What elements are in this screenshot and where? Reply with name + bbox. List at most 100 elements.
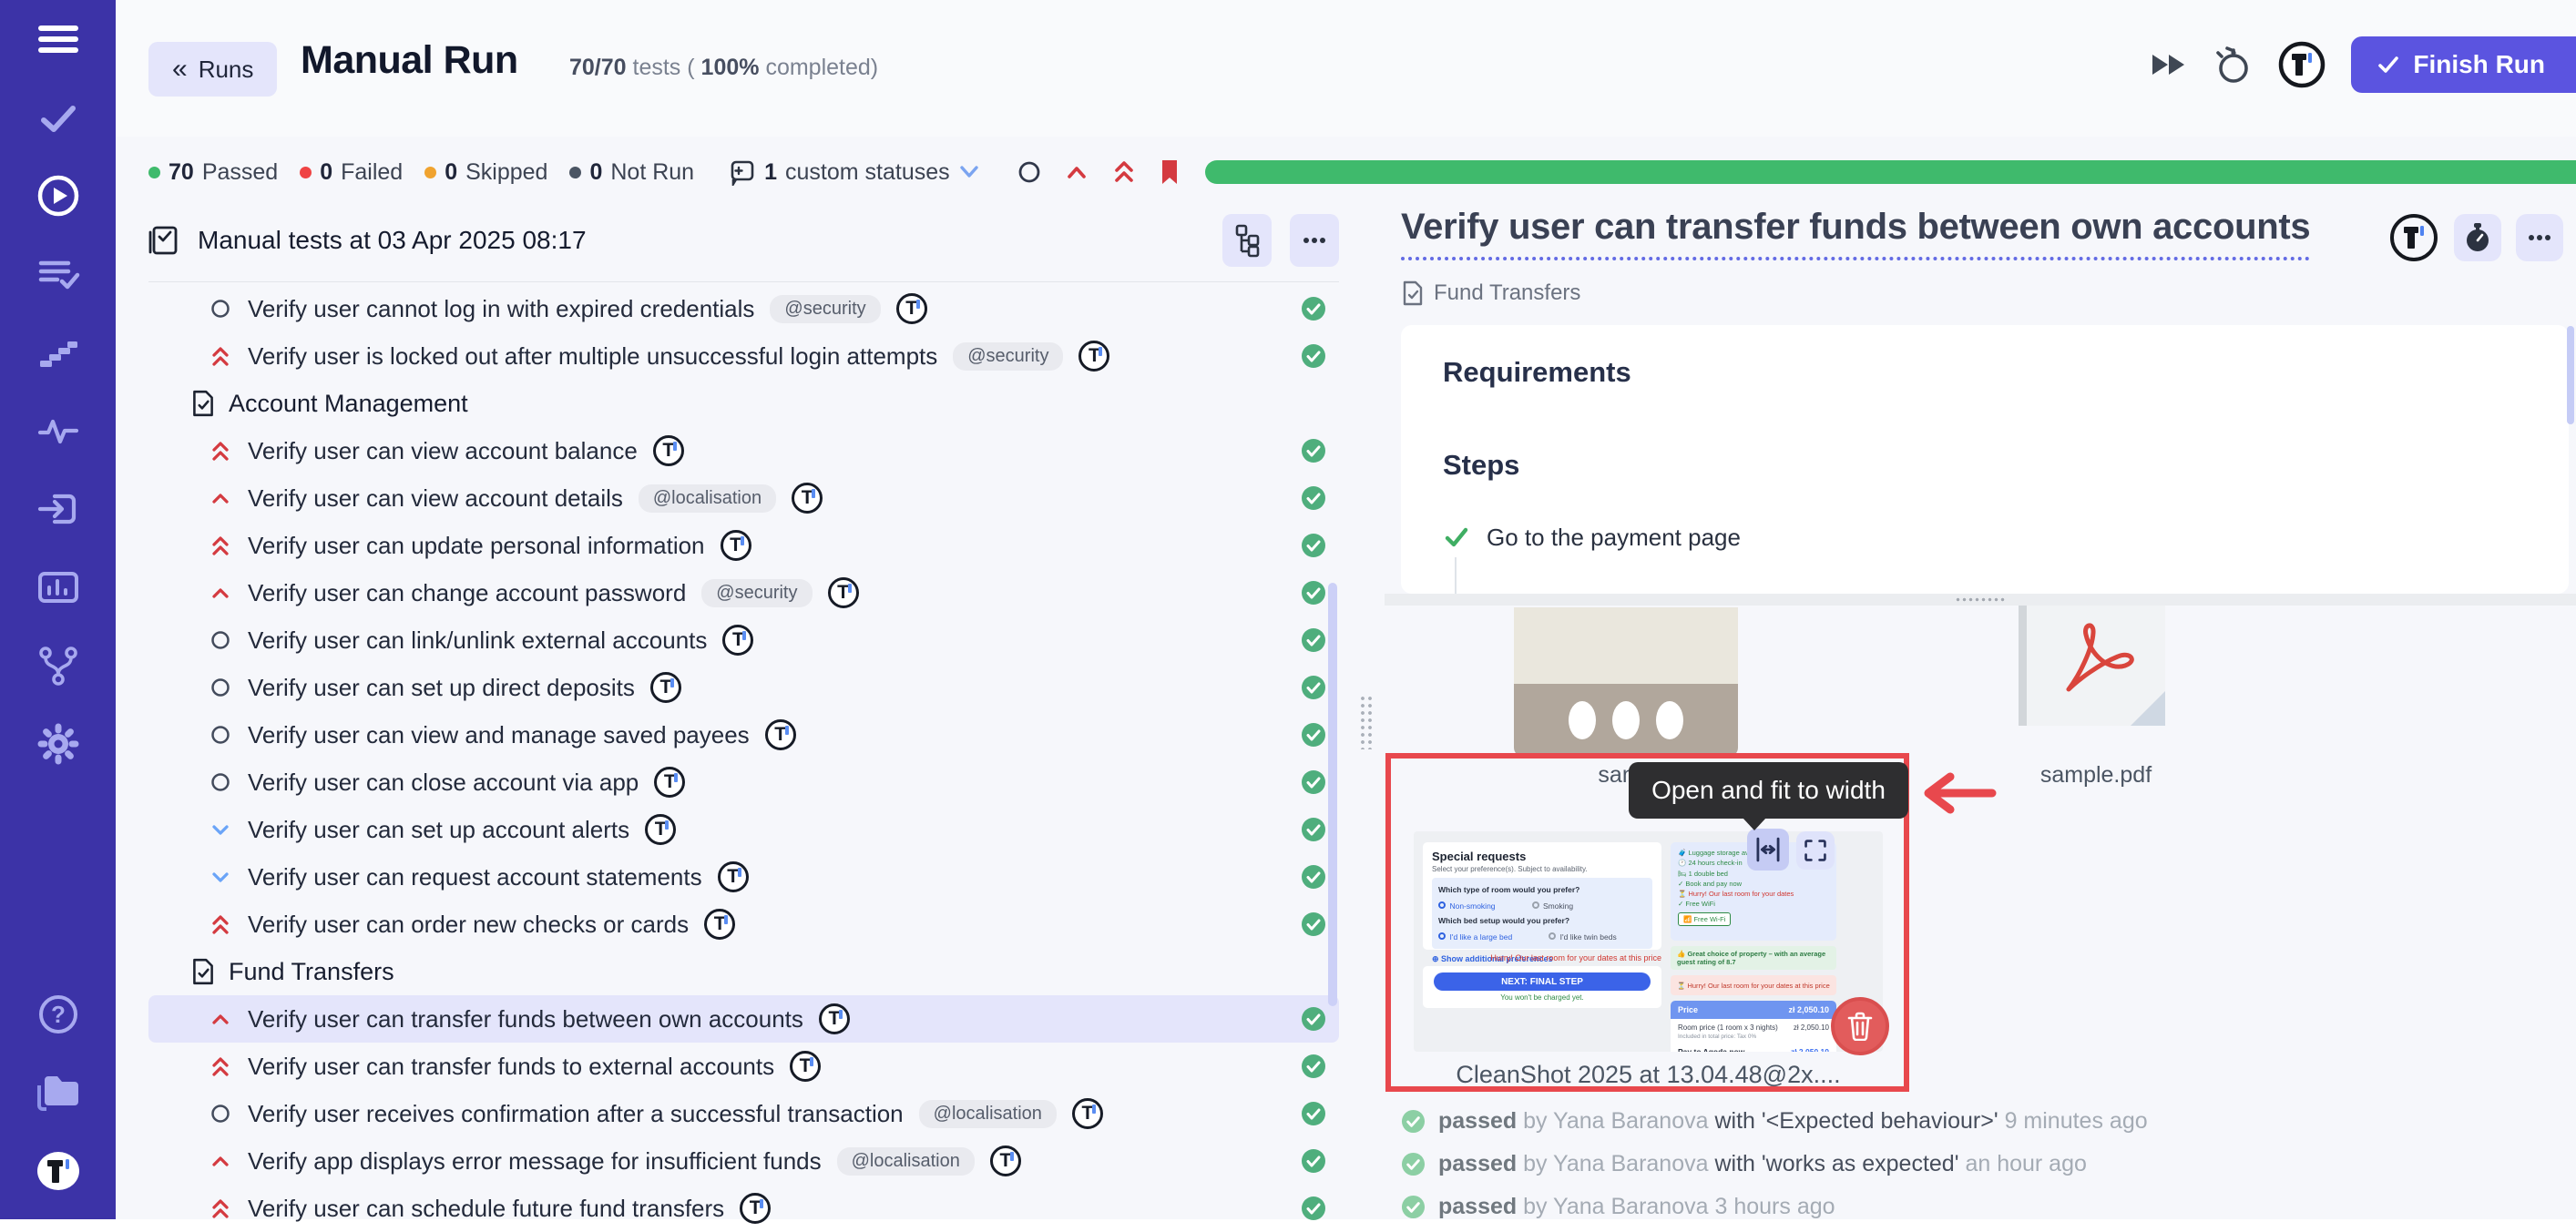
sidebar-item-versions[interactable] xyxy=(0,626,116,705)
t-logo-badge-icon[interactable]: T xyxy=(718,861,749,892)
filter-bookmark-button[interactable] xyxy=(1159,158,1181,186)
test-row[interactable]: Verify user can link/unlink external acc… xyxy=(148,616,1339,664)
t-logo-badge-icon[interactable]: T xyxy=(721,530,751,561)
t-logo-badge-icon[interactable]: T xyxy=(765,719,796,750)
test-row[interactable]: Verify user cannot log in with expired c… xyxy=(148,285,1339,332)
test-row[interactable]: Verify user can update personal informat… xyxy=(148,522,1339,569)
passed-status-icon xyxy=(1401,1109,1426,1134)
t-logo-badge-icon[interactable]: T xyxy=(1078,341,1109,372)
test-row[interactable]: Verify user can transfer funds to extern… xyxy=(148,1043,1339,1090)
sidebar-item-runs-active[interactable] xyxy=(0,157,116,235)
t-logo-badge-icon[interactable]: T xyxy=(704,909,735,940)
fit-width-icon xyxy=(1753,834,1784,865)
attachment-caption: sample.pdf xyxy=(2027,762,2165,789)
qasphere-t-logo-icon[interactable] xyxy=(2388,212,2439,263)
test-row[interactable]: Verify user can view and manage saved pa… xyxy=(148,711,1339,759)
projects-button[interactable] xyxy=(0,1054,116,1132)
sidebar-item-settings[interactable] xyxy=(0,705,116,783)
sidebar-item-test-lists[interactable] xyxy=(0,235,116,313)
test-row-selected[interactable]: Verify user can transfer funds between o… xyxy=(148,995,1339,1043)
history-row: passed by Yana Baranova with 'works as e… xyxy=(1401,1151,2558,1177)
test-row[interactable]: Verify user can close account via app T xyxy=(148,759,1339,806)
list-more-button[interactable] xyxy=(1290,214,1339,267)
test-row[interactable]: Verify user is locked out after multiple… xyxy=(148,332,1339,380)
attachment-pdf-thumbnail[interactable] xyxy=(2027,606,2165,726)
open-fit-width-button[interactable] xyxy=(1747,829,1789,871)
priority-highest-icon xyxy=(209,534,232,557)
section-row[interactable]: Account Management xyxy=(148,380,1339,427)
horizontal-splitter[interactable] xyxy=(1385,594,2576,606)
filter-priority-highest-button[interactable] xyxy=(1111,158,1137,186)
open-fullscreen-button[interactable] xyxy=(1796,831,1835,870)
t-logo-badge-icon[interactable]: T xyxy=(653,435,684,466)
t-logo-badge-icon[interactable]: T xyxy=(790,1051,821,1082)
ai-assistant-button[interactable] xyxy=(2276,39,2327,90)
t-logo-badge-icon[interactable]: T xyxy=(722,625,753,656)
back-to-runs-button[interactable]: « Runs xyxy=(148,42,277,97)
fast-forward-button[interactable] xyxy=(2149,50,2189,79)
test-row[interactable]: Verify user can request account statemen… xyxy=(148,853,1339,901)
test-row[interactable]: Verify user can view account balance T xyxy=(148,427,1339,474)
test-row[interactable]: Verify user can view account details @lo… xyxy=(148,474,1339,522)
test-title: Verify user can view account details xyxy=(248,484,623,513)
test-title: Verify user can view account balance xyxy=(248,437,638,465)
detail-more-button[interactable] xyxy=(2516,214,2563,261)
test-row[interactable]: Verify user can order new checks or card… xyxy=(148,901,1339,948)
history-status: passed xyxy=(1438,1108,1517,1134)
detail-scrollbar[interactable] xyxy=(2567,326,2574,424)
passed-status-icon xyxy=(1301,1148,1326,1174)
section-row[interactable]: Fund Transfers xyxy=(148,948,1339,995)
list-scrollbar[interactable] xyxy=(1328,583,1337,1006)
group-by-button[interactable] xyxy=(1222,214,1272,267)
test-title: Verify user can link/unlink external acc… xyxy=(248,626,707,655)
t-logo-badge-icon[interactable]: T xyxy=(1072,1098,1103,1129)
sidebar-item-import[interactable] xyxy=(0,470,116,548)
filter-priority-none-button[interactable] xyxy=(1017,159,1042,185)
priority-highest-icon xyxy=(209,344,232,368)
delete-attachment-button[interactable] xyxy=(1831,997,1889,1055)
sidebar-item-tests[interactable] xyxy=(0,78,116,157)
finish-run-button[interactable]: Finish Run xyxy=(2351,36,2576,93)
test-row[interactable]: Verify user receives confirmation after … xyxy=(148,1090,1339,1137)
breadcrumb[interactable]: Fund Transfers xyxy=(1401,280,1580,307)
t-logo-badge-icon[interactable]: T xyxy=(819,1003,850,1034)
attachment-image-thumbnail[interactable] xyxy=(1514,607,1738,757)
test-row[interactable]: Verify user can set up direct deposits T xyxy=(148,664,1339,711)
help-button[interactable]: ? xyxy=(0,975,116,1054)
history-time: 3 hours ago xyxy=(1714,1194,1835,1219)
panel-splitter-handle[interactable] xyxy=(1359,695,1375,749)
ellipsis-icon xyxy=(1302,236,1327,245)
app-logo[interactable] xyxy=(0,1132,116,1210)
test-row[interactable]: Verify user can set up account alerts T xyxy=(148,806,1339,853)
test-title: Verify user can request account statemen… xyxy=(248,863,702,891)
t-logo-badge-icon[interactable]: T xyxy=(828,577,859,608)
test-row[interactable]: Verify user can schedule future fund tra… xyxy=(148,1185,1339,1232)
back-label: Runs xyxy=(199,56,254,84)
t-logo-badge-icon[interactable]: T xyxy=(990,1145,1021,1176)
t-logo-badge-icon[interactable]: T xyxy=(645,814,676,845)
sidebar-item-milestones[interactable] xyxy=(0,313,116,392)
ellipsis-icon xyxy=(2527,233,2552,242)
run-list-title: Manual tests at 03 Apr 2025 08:17 xyxy=(198,226,587,255)
detail-timer-button[interactable] xyxy=(2454,214,2501,261)
priority-highest-icon xyxy=(209,912,232,936)
timer-button[interactable] xyxy=(2213,44,2253,86)
custom-statuses-dropdown[interactable]: 1custom statuses xyxy=(729,158,980,186)
test-row[interactable]: Verify user can change account password … xyxy=(148,569,1339,616)
t-logo-badge-icon[interactable]: T xyxy=(896,293,927,324)
t-logo-badge-icon[interactable]: T xyxy=(792,483,823,514)
t-logo-badge-icon[interactable]: T xyxy=(654,767,685,798)
sidebar-item-activity[interactable] xyxy=(0,392,116,470)
test-title: Verify user is locked out after multiple… xyxy=(248,342,937,371)
menu-button[interactable] xyxy=(0,0,116,78)
passed-status-icon xyxy=(1301,296,1326,321)
sidebar-item-reports[interactable] xyxy=(0,548,116,626)
app-sidebar: ? xyxy=(0,0,116,1219)
t-logo-badge-icon[interactable]: T xyxy=(650,672,681,703)
filter-priority-high-button[interactable] xyxy=(1064,161,1089,183)
test-row[interactable]: Verify app displays error message for in… xyxy=(148,1137,1339,1185)
step-item[interactable]: Go to the payment page xyxy=(1443,524,2527,552)
tests-percent: 100% xyxy=(701,55,760,80)
test-detail-title[interactable]: Verify user can transfer funds between o… xyxy=(1401,207,2310,260)
qasphere-logo-icon xyxy=(36,1148,81,1194)
